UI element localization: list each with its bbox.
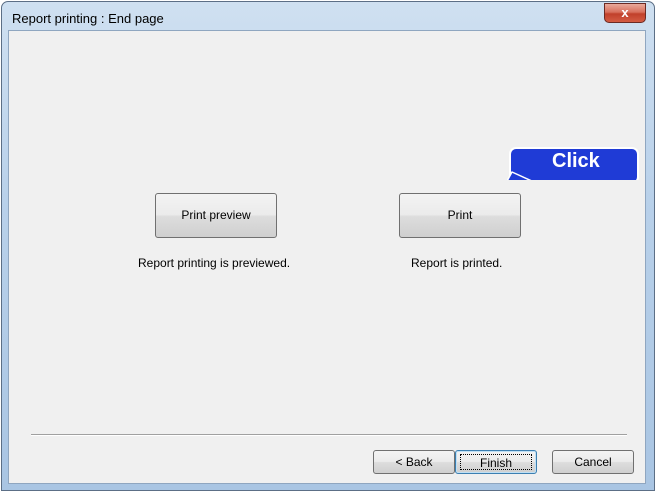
close-icon: x — [621, 5, 629, 20]
close-button[interactable]: x — [604, 3, 646, 23]
print-button-label: Print — [447, 208, 473, 222]
print-preview-button-label: Print preview — [181, 208, 251, 222]
callout-text: Click — [552, 150, 600, 172]
back-button[interactable]: < Back — [373, 450, 455, 474]
print-button[interactable]: Print — [399, 193, 521, 238]
back-button-label: < Back — [395, 455, 433, 469]
click-callout: Click — [504, 120, 640, 180]
title-bar[interactable]: Report printing : End page x — [2, 2, 654, 32]
cancel-button-label: Cancel — [574, 455, 612, 469]
print-preview-button[interactable]: Print preview — [155, 193, 277, 238]
print-description: Report is printed. — [411, 256, 503, 270]
finish-button-label: Finish — [460, 454, 532, 470]
window-title: Report printing : End page — [12, 11, 164, 26]
print-preview-description: Report printing is previewed. — [138, 256, 291, 270]
finish-button[interactable]: Finish — [455, 450, 537, 474]
dialog-client-area — [8, 30, 646, 484]
footer-divider — [31, 434, 627, 436]
cancel-button[interactable]: Cancel — [552, 450, 634, 474]
